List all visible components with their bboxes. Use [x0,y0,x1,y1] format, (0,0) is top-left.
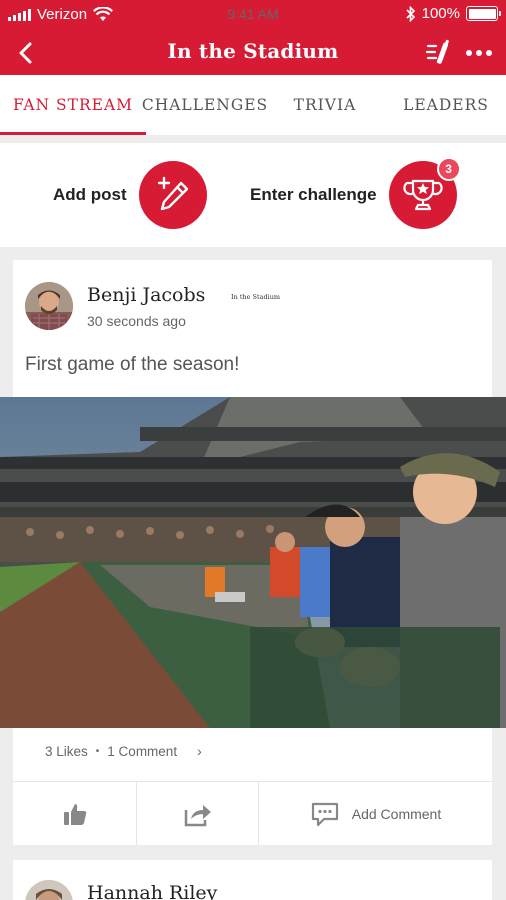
avatar[interactable] [25,282,73,330]
add-post-circle[interactable] [138,161,207,229]
add-post-label: Add post [53,185,127,204]
next-post-card: Hannah Riley [13,860,492,900]
battery-icon [466,6,501,21]
post-location: In the Stadium [231,293,281,301]
post-author[interactable]: Hannah Riley [87,882,217,900]
post-card: Benji Jacobs In the Stadium 30 seconds a… [0,260,506,845]
app-header: Verizon 9:41 AM 100% In the Stadium [0,0,506,75]
tab-challenges[interactable]: CHALLENGES [142,75,267,135]
author-photo [25,282,73,330]
post-text: First game of the season! [25,354,240,375]
share-icon [184,804,211,826]
post-stats: 3 Likes • 1 Comment › [45,743,202,759]
tab-fan-stream[interactable]: FAN STREAM [0,75,146,135]
more-dots-icon[interactable] [464,37,496,69]
enter-challenge-circle[interactable]: 3 [388,157,461,229]
chevron-right-icon[interactable]: › [197,743,202,759]
battery-percent: 100% [421,5,460,22]
nav-bar: In the Stadium [0,30,506,75]
tab-bar: FAN STREAM CHALLENGES TRIVIA LEADERS [0,75,506,135]
avatar[interactable] [25,880,73,900]
separator-dot: • [95,745,100,757]
post-author[interactable]: Benji Jacobs [87,284,205,306]
thumbs-up-icon [63,803,86,825]
bluetooth-icon [406,5,415,22]
post-action-bar: Add Comment [13,782,492,845]
like-button[interactable] [13,782,137,845]
share-button[interactable] [137,782,259,845]
tab-leaders[interactable]: LEADERS [386,75,506,135]
trophy-star-icon [402,179,443,211]
pencil-plus-icon [157,176,188,211]
author-photo [25,880,73,900]
add-comment-label: Add Comment [351,805,442,822]
challenge-count-badge: 3 [436,157,461,181]
post-timestamp: 30 seconds ago [87,313,186,329]
cheer-bottle-icon[interactable] [424,37,456,69]
quick-actions: Add post Enter challenge 3 [0,143,506,247]
stadium-photo [0,397,506,728]
comments-count[interactable]: 1 Comment [107,744,177,759]
enter-challenge-label: Enter challenge [250,185,377,204]
add-comment-button[interactable]: Add Comment [259,782,492,845]
status-right: 100% [406,5,501,22]
status-bar: Verizon 9:41 AM 100% [0,0,506,30]
post-photo[interactable] [0,397,506,728]
likes-count[interactable]: 3 Likes [45,744,88,759]
add-post-button[interactable]: Add post [53,160,207,230]
comment-icon [311,802,338,826]
tab-trivia[interactable]: TRIVIA [264,75,386,135]
enter-challenge-button[interactable]: Enter challenge 3 [250,157,461,230]
